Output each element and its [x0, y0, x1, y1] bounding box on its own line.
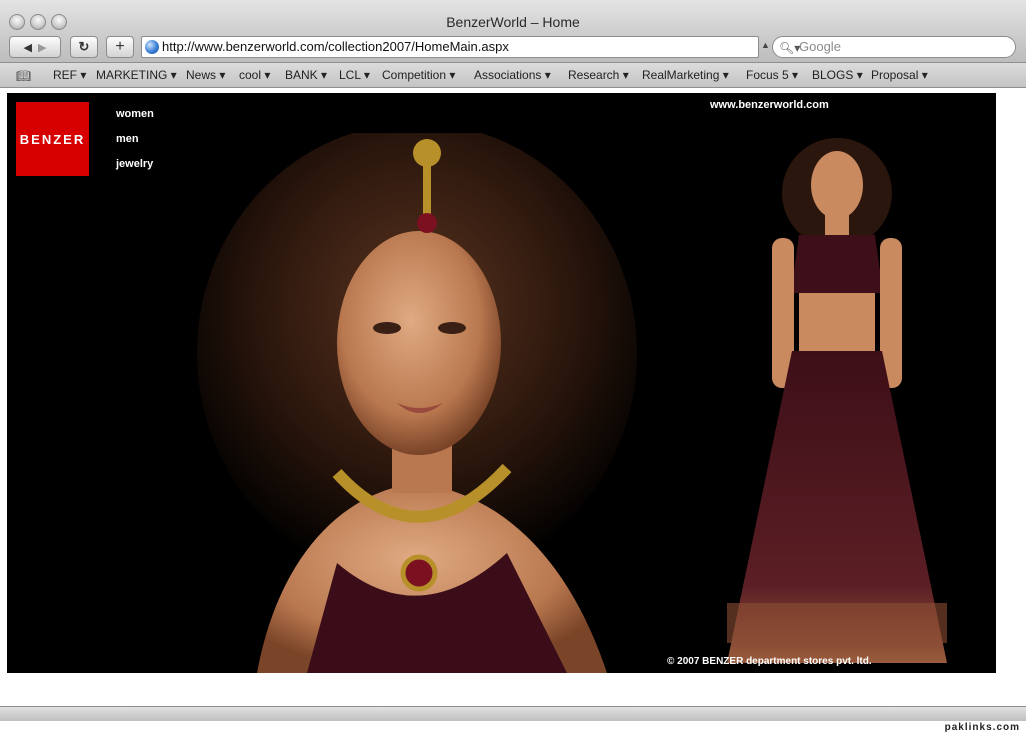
bookmark-cool[interactable]: cool ▾ — [239, 68, 270, 82]
nav-link-men[interactable]: men — [116, 133, 139, 145]
search-placeholder: Google — [799, 39, 841, 54]
bookmarks-bar: 📖︎ REF ▾ MARKETING ▾ News ▾ cool ▾ BANK … — [0, 63, 1026, 88]
bookmark-ref[interactable]: REF ▾ — [53, 68, 86, 82]
add-bookmark-button[interactable]: + — [106, 36, 134, 58]
logo-text: BENZER — [19, 131, 86, 147]
forward-arrow-icon[interactable]: ▶ — [38, 41, 46, 54]
model-lehenga-image — [727, 138, 947, 663]
copyright-text: © 2007 BENZER department stores pvt. ltd… — [667, 656, 872, 667]
snapback-icon[interactable]: ▲ — [761, 40, 770, 50]
bookmark-lcl[interactable]: LCL ▾ — [339, 68, 370, 82]
address-text: http://www.benzerworld.com/collection200… — [162, 39, 509, 54]
bookmark-bank[interactable]: BANK ▾ — [285, 68, 327, 82]
address-bar[interactable]: http://www.benzerworld.com/collection200… — [141, 36, 759, 58]
web-page: BENZER women men jewelry www.benzerworld… — [7, 93, 996, 673]
nav-link-jewelry[interactable]: jewelry — [116, 158, 153, 170]
site-url-text: www.benzerworld.com — [710, 99, 829, 111]
search-field[interactable]: 🔍︎▾ Google — [772, 36, 1016, 58]
bookmark-competition[interactable]: Competition ▾ — [382, 68, 455, 82]
globe-icon — [145, 40, 159, 54]
model-portrait-image — [197, 133, 637, 673]
back-forward-buttons: ◀ ▶ — [9, 36, 61, 58]
window-title: BenzerWorld – Home — [446, 14, 580, 30]
bookmark-research[interactable]: Research ▾ — [568, 68, 629, 82]
bookmark-proposal[interactable]: Proposal ▾ — [871, 68, 928, 82]
bookmark-associations[interactable]: Associations ▾ — [474, 68, 551, 82]
bookmark-news[interactable]: News ▾ — [186, 68, 225, 82]
nav-link-women[interactable]: women — [116, 108, 154, 120]
bookmark-focus-5[interactable]: Focus 5 ▾ — [746, 68, 798, 82]
back-arrow-icon[interactable]: ◀ — [24, 41, 32, 54]
search-icon: 🔍︎▾ — [779, 41, 801, 55]
bookmarks-book-icon[interactable]: 📖︎ — [16, 69, 34, 83]
bookmark-blogs[interactable]: BLOGS ▾ — [812, 68, 863, 82]
watermark-text: paklinks.com — [944, 722, 1020, 733]
browser-titlebar: BenzerWorld – Home ◀ ▶ ↻ + http://www.be… — [0, 0, 1026, 63]
reload-icon: ↻ — [78, 39, 90, 54]
bookmark-marketing[interactable]: MARKETING ▾ — [96, 68, 177, 82]
benzer-logo[interactable]: BENZER — [16, 102, 89, 176]
status-bar — [0, 706, 1026, 721]
bookmark-realmarketing[interactable]: RealMarketing ▾ — [642, 68, 729, 82]
add-bookmark-icon: + — [115, 38, 125, 55]
reload-button[interactable]: ↻ — [70, 36, 98, 58]
